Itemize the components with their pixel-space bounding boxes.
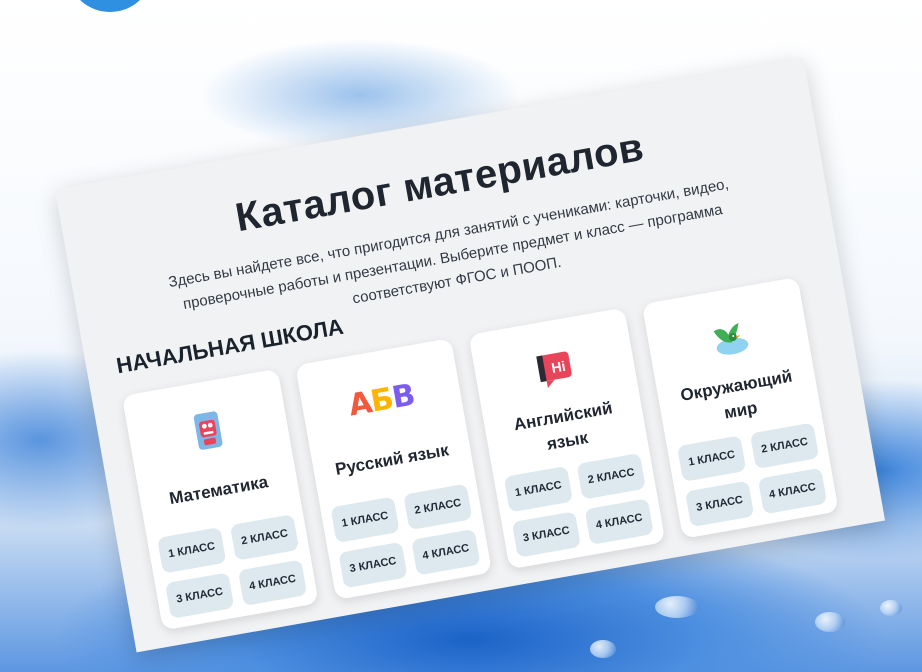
hi-speech-icon: Hi (531, 345, 578, 393)
abv-letters-icon: АБВ (345, 377, 418, 424)
math-robot-icon (190, 407, 227, 454)
water-drop (655, 596, 699, 618)
water-drop (880, 600, 902, 616)
grade-list: 1 КЛАСС 2 КЛАСС 3 КЛАСС 4 КЛАСС (677, 422, 828, 528)
grade-button[interactable]: 4 КЛАСС (411, 528, 481, 576)
grade-button[interactable]: 2 КЛАСС (229, 514, 300, 561)
grade-button[interactable]: 2 КЛАСС (576, 453, 646, 500)
svg-text:Hi: Hi (550, 358, 567, 376)
subject-card-math[interactable]: Математика 1 КЛАСС 2 КЛАСС 3 КЛАСС 4 КЛА… (121, 368, 319, 631)
grade-button[interactable]: 2 КЛАСС (403, 483, 473, 531)
grade-button[interactable]: 3 КЛАСС (338, 541, 408, 589)
grade-button[interactable]: 1 КЛАСС (677, 435, 747, 482)
subject-name: Математика (167, 471, 270, 508)
subject-card-english[interactable]: Hi Английский язык 1 КЛАСС 2 КЛАСС 3 КЛА… (468, 307, 666, 570)
grade-button[interactable]: 3 КЛАСС (511, 511, 581, 558)
subject-name: Окружающий мир (679, 366, 794, 423)
grade-button[interactable]: 1 КЛАСС (330, 496, 400, 544)
subject-card-world[interactable]: Окружающий мир 1 КЛАСС 2 КЛАСС 3 КЛАСС 4… (641, 276, 839, 539)
water-drop (815, 612, 845, 632)
grade-button[interactable]: 3 КЛАСС (165, 572, 235, 619)
grade-button[interactable]: 1 КЛАСС (157, 527, 227, 574)
grade-button[interactable]: 1 КЛАСС (503, 465, 573, 513)
grade-button[interactable]: 4 КЛАСС (584, 498, 654, 545)
grade-list: 1 КЛАСС 2 КЛАСС 3 КЛАСС 4 КЛАСС (157, 514, 308, 619)
subject-card-russian[interactable]: АБВ Русский язык 1 КЛАСС 2 КЛАСС 3 КЛАСС… (295, 338, 493, 600)
grade-button[interactable]: 4 КЛАСС (757, 467, 828, 515)
subject-name: Русский язык (333, 439, 451, 479)
subject-name: Английский язык (512, 398, 614, 454)
grade-list: 1 КЛАСС 2 КЛАСС 3 КЛАСС 4 КЛАСС (330, 483, 481, 589)
bird-icon (704, 315, 753, 364)
grade-button[interactable]: 2 КЛАСС (749, 422, 820, 470)
grade-button[interactable]: 3 КЛАСС (685, 480, 755, 528)
grade-list: 1 КЛАСС 2 КЛАСС 3 КЛАСС 4 КЛАСС (503, 453, 654, 558)
grade-button[interactable]: 4 КЛАСС (237, 559, 308, 607)
water-drop (590, 640, 616, 658)
